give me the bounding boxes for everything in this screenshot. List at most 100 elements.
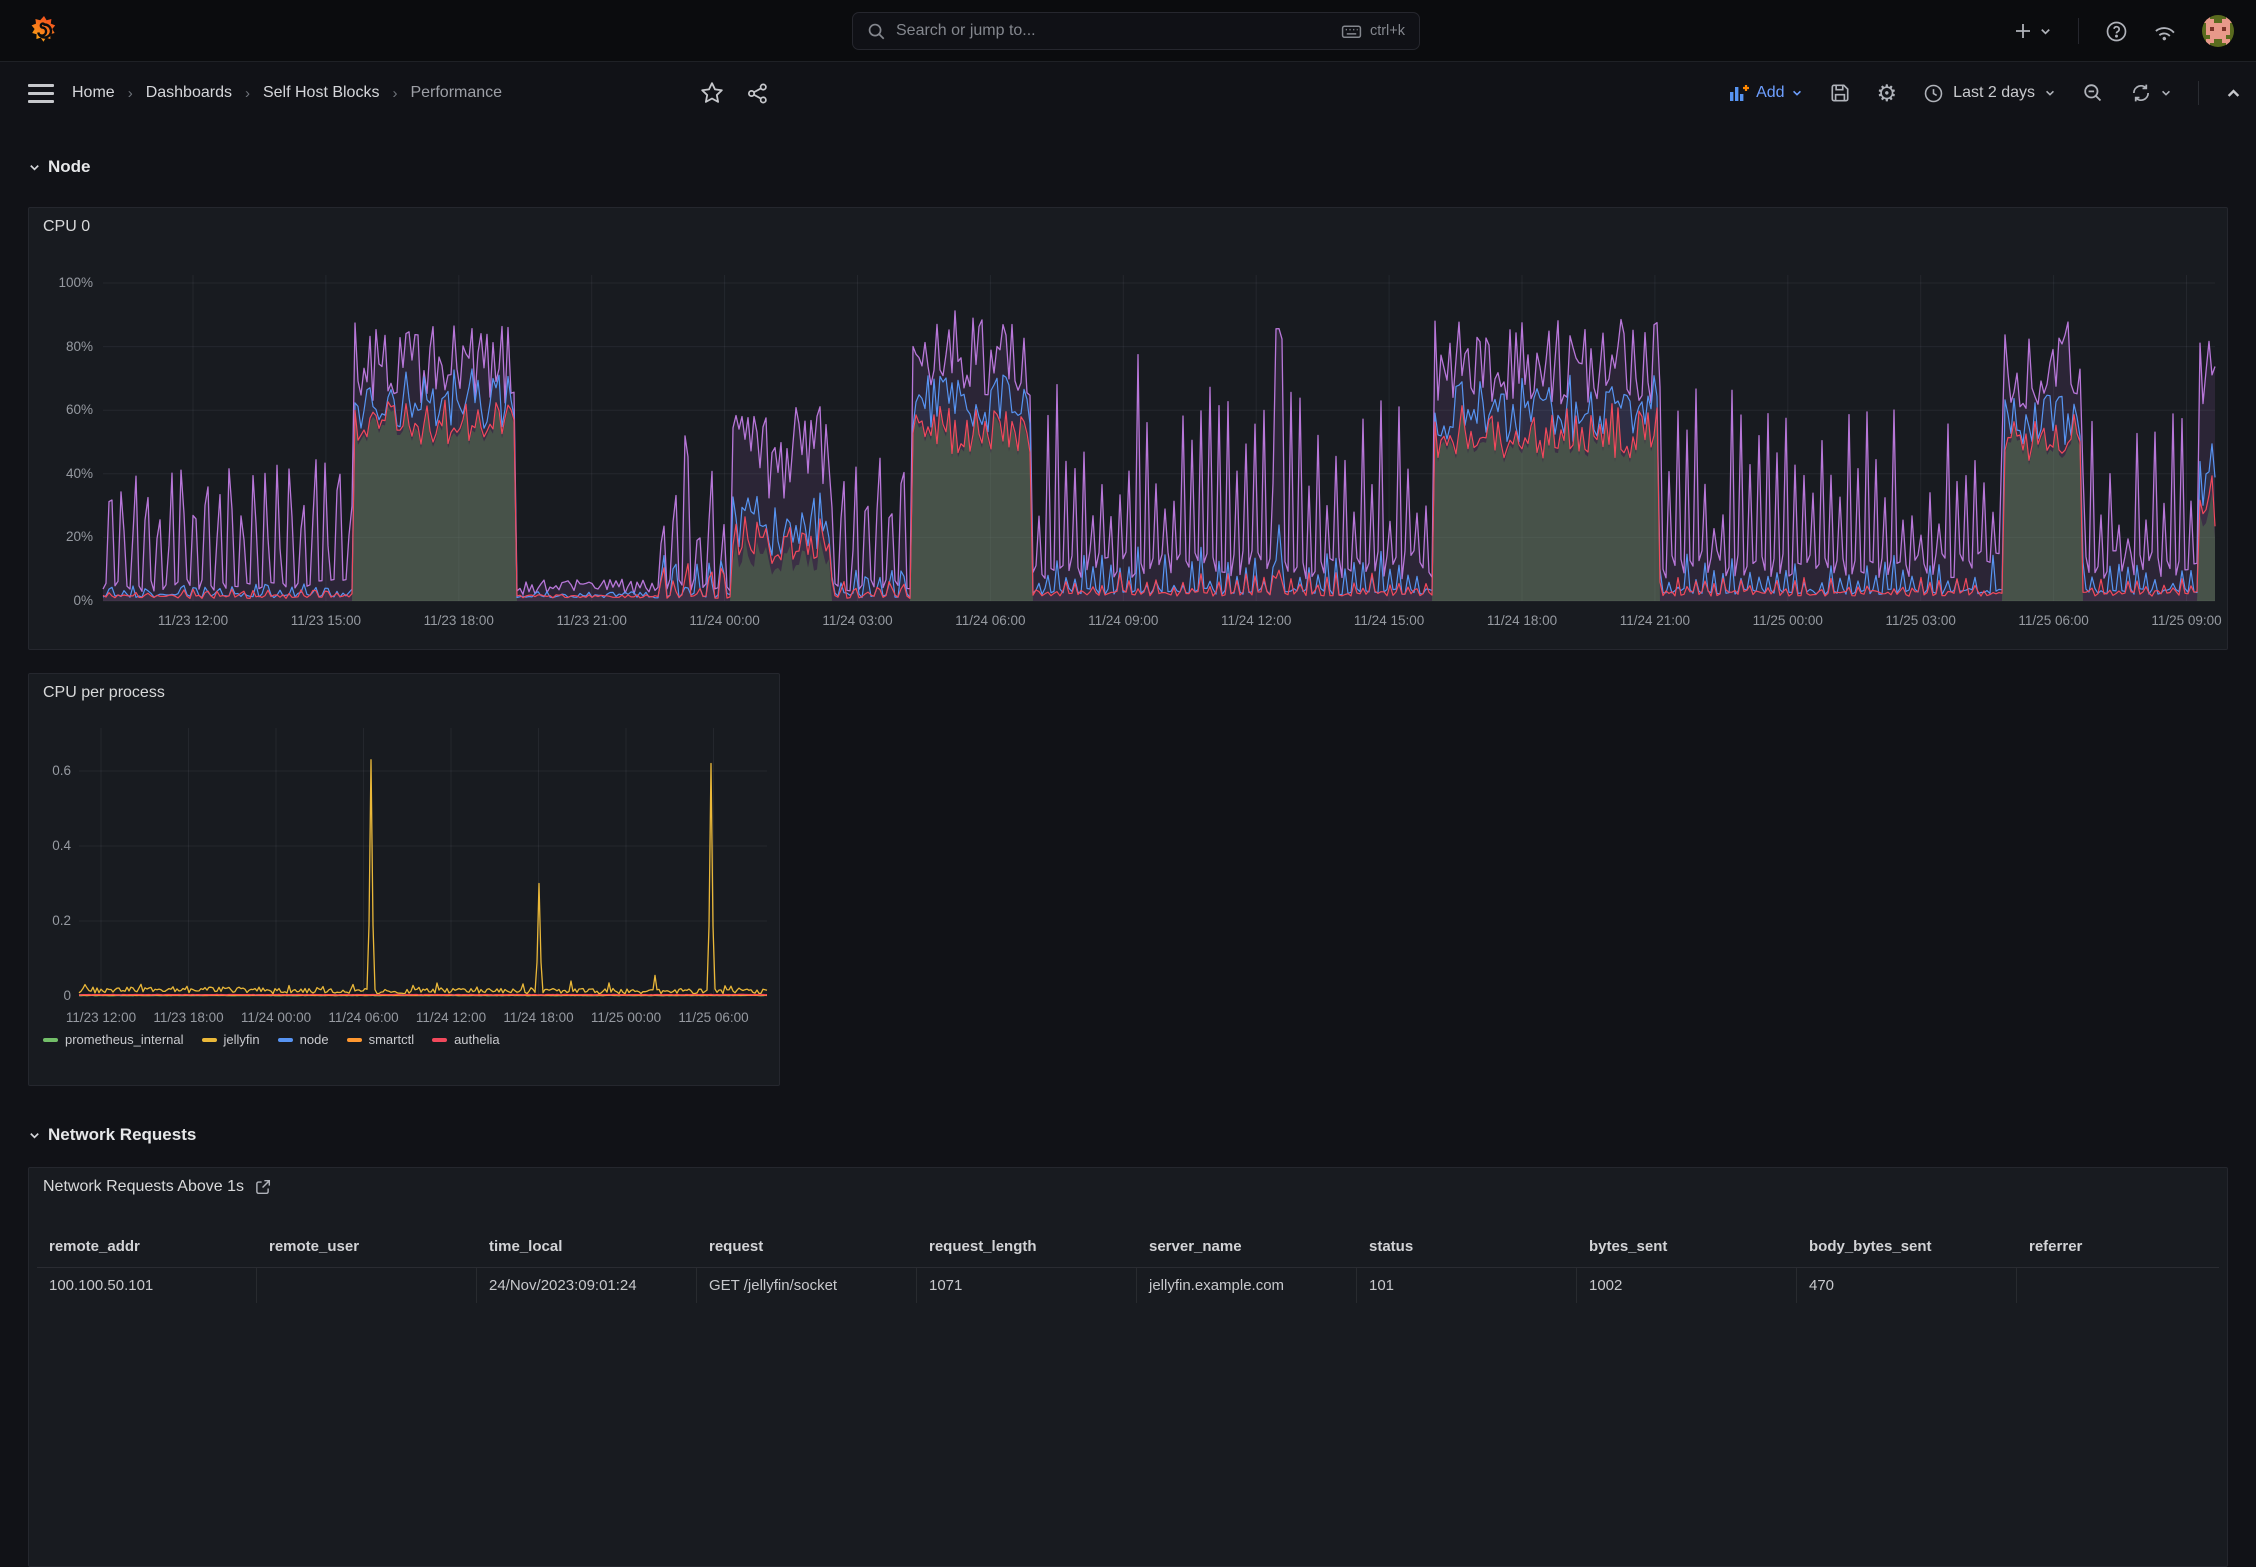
clock-icon: [1923, 83, 1944, 104]
section-row-network-requests[interactable]: Network Requests: [28, 1125, 196, 1145]
y-axis-tick-label: 20%: [65, 529, 93, 545]
x-axis-tick-label: 11/24 18:00: [503, 1010, 574, 1025]
x-axis-tick-label: 11/24 03:00: [822, 613, 893, 628]
table-column-header[interactable]: remote_user: [257, 1224, 477, 1267]
search-input[interactable]: Search or jump to... ctrl+k: [852, 12, 1420, 50]
new-menu-button[interactable]: [2013, 21, 2052, 41]
network-requests-table: remote_addr remote_user time_local request r…: [37, 1224, 2219, 1303]
table-column-header[interactable]: time_local: [477, 1224, 697, 1267]
grafana-logo[interactable]: [28, 15, 60, 47]
legend-swatch: [346, 1037, 362, 1042]
chevron-down-icon: [1791, 87, 1803, 99]
keyboard-icon: [1341, 21, 1362, 42]
x-axis-tick-label: 11/23 12:00: [65, 1010, 137, 1025]
section-title-network-requests: Network Requests: [48, 1125, 197, 1144]
x-axis-tick-label: 11/24 09:00: [1088, 613, 1159, 628]
legend-label: jellyfin: [223, 1032, 260, 1047]
x-axis-tick-label: 11/24 12:00: [1221, 613, 1292, 628]
panel-title-network-requests[interactable]: Network Requests Above 1s: [43, 1178, 244, 1196]
table-cell: 470: [1797, 1268, 2017, 1303]
time-range-label: Last 2 days: [1953, 84, 2035, 101]
news-rss-button[interactable]: [2154, 20, 2176, 42]
x-axis-tick-label: 11/24 15:00: [1353, 613, 1425, 628]
cpu0-chart[interactable]: [29, 208, 2227, 649]
legend-label: authelia: [454, 1032, 500, 1047]
kiosk-collapse-button[interactable]: [2225, 85, 2242, 102]
table-cell: 1071: [917, 1268, 1137, 1303]
table-cell: GET /jellyfin/socket: [697, 1268, 917, 1303]
external-link-icon[interactable]: [254, 1178, 272, 1196]
legend-swatch: [432, 1037, 448, 1042]
search-placeholder: Search or jump to...: [896, 22, 1036, 39]
search-icon: [867, 22, 886, 41]
help-button[interactable]: [2105, 20, 2128, 43]
add-panel-button[interactable]: Add: [1728, 82, 1802, 104]
section-title-node: Node: [48, 157, 91, 176]
refresh-button[interactable]: [2130, 82, 2152, 104]
breadcrumb-item[interactable]: Dashboards: [146, 84, 232, 102]
table-column-header[interactable]: remote_addr: [37, 1224, 257, 1267]
y-axis-tick-label: 0: [63, 988, 71, 1003]
legend-item[interactable]: smartctl: [346, 1032, 415, 1047]
y-axis-tick-label: 0.2: [52, 913, 71, 928]
table-cell: [2017, 1268, 2219, 1303]
x-axis-tick-label: 11/25 03:00: [1885, 613, 1956, 628]
chevron-down-icon: [2044, 87, 2056, 99]
breadcrumb-item[interactable]: Home: [72, 84, 115, 102]
table-row: 100.100.50.101 24/Nov/2023:09:01:24 GET /j…: [37, 1268, 2219, 1303]
add-panel-icon: [1728, 82, 1750, 104]
x-axis-tick-label: 11/23 12:00: [157, 613, 229, 628]
panel-cpu-per-process: CPU per process prometheus_internal jell…: [28, 673, 780, 1086]
legend-item[interactable]: prometheus_internal: [43, 1032, 184, 1047]
legend-label: smartctl: [368, 1032, 415, 1047]
table-column-header[interactable]: server_name: [1137, 1224, 1357, 1267]
x-axis-tick-label: 11/24 06:00: [328, 1010, 399, 1025]
user-avatar[interactable]: [2202, 15, 2234, 47]
table-column-header[interactable]: request: [697, 1224, 917, 1267]
toolbar-divider: [2198, 81, 2199, 105]
breadcrumb-separator-icon: ›: [392, 84, 398, 102]
refresh-interval-chevron[interactable]: [2160, 87, 2172, 99]
y-axis-tick-label: 0%: [73, 593, 93, 608]
plus-icon: [2013, 21, 2033, 41]
x-axis-tick-label: 11/23 15:00: [290, 613, 362, 628]
table-column-header[interactable]: status: [1357, 1224, 1577, 1267]
table-column-header[interactable]: request_length: [917, 1224, 1137, 1267]
legend-item[interactable]: authelia: [432, 1032, 500, 1047]
time-range-picker[interactable]: Last 2 days: [1923, 83, 2056, 104]
legend-item[interactable]: jellyfin: [201, 1032, 260, 1047]
share-button[interactable]: [746, 82, 769, 105]
dashboard-settings-button[interactable]: ⚙: [1877, 80, 1898, 107]
y-axis-tick-label: 100%: [58, 275, 93, 290]
menu-toggle-button[interactable]: [28, 83, 54, 103]
table-column-header[interactable]: bytes_sent: [1577, 1224, 1797, 1267]
legend-item[interactable]: node: [277, 1032, 329, 1047]
section-row-node[interactable]: Node: [28, 157, 91, 177]
table-column-header[interactable]: referrer: [2017, 1224, 2219, 1267]
panel-cpu0: CPU 0 0% 20% 40% 60% 80% 100% 11/23 12:00 11/23…: [28, 207, 2228, 650]
star-favorite-button[interactable]: [700, 81, 724, 105]
legend-swatch: [277, 1037, 293, 1042]
table-column-header[interactable]: body_bytes_sent: [1797, 1224, 2017, 1267]
y-axis-tick-label: 40%: [65, 465, 93, 481]
x-axis-tick-label: 11/23 21:00: [556, 613, 627, 628]
zoom-out-button[interactable]: [2082, 82, 2104, 104]
chevron-down-icon: [28, 1129, 41, 1142]
chart-legend: prometheus_internal jellyfin node smartc…: [43, 1032, 500, 1047]
chevron-down-icon: [2039, 25, 2052, 38]
x-axis-tick-label: 11/24 00:00: [689, 613, 760, 628]
x-axis-tick-label: 11/25 06:00: [2018, 613, 2089, 628]
x-axis-tick-label: 11/25 00:00: [1752, 613, 1823, 628]
topbar-divider: [2078, 18, 2079, 44]
legend-label: prometheus_internal: [65, 1032, 184, 1047]
x-axis-tick-label: 11/23 18:00: [423, 613, 494, 628]
table-cell: 24/Nov/2023:09:01:24: [477, 1268, 697, 1303]
save-dashboard-button[interactable]: [1829, 82, 1851, 104]
breadcrumb: Home › Dashboards › Self Host Blocks › P…: [72, 84, 502, 102]
breadcrumb-item[interactable]: Self Host Blocks: [263, 84, 379, 102]
breadcrumb-item[interactable]: Performance: [410, 84, 502, 102]
x-axis-tick-label: 11/25 09:00: [2151, 613, 2222, 628]
table-cell: 101: [1357, 1268, 1577, 1303]
x-axis-tick-label: 11/24 12:00: [415, 1010, 487, 1025]
y-axis-tick-label: 60%: [65, 402, 93, 418]
